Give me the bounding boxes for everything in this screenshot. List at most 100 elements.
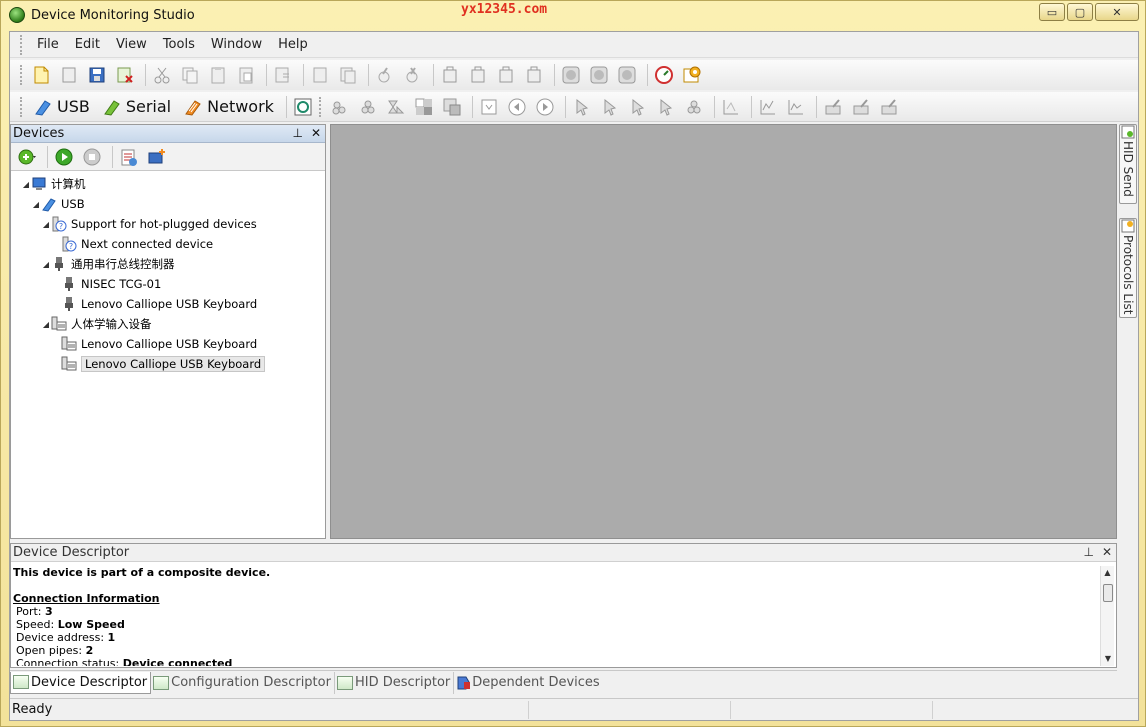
start-button[interactable] (52, 145, 76, 169)
tab-hid-descriptor[interactable]: HID Descriptor (335, 671, 455, 694)
expand-arrow-icon[interactable]: ◢ (31, 200, 41, 209)
tree-item[interactable]: ◢ 计算机 (11, 174, 325, 194)
tree-item-label: Support for hot-plugged devices (71, 217, 257, 231)
stop-button[interactable] (80, 145, 104, 169)
tree-item[interactable]: ◢ 人体学输入设备 (11, 314, 325, 334)
add-device-button[interactable] (145, 145, 169, 169)
pointer-button-2[interactable] (598, 95, 622, 119)
select-button[interactable] (308, 63, 332, 87)
scatter-button[interactable] (719, 95, 743, 119)
select-all-button[interactable] (336, 63, 360, 87)
expand-arrow-icon[interactable]: ◢ (21, 180, 31, 189)
tree-item[interactable]: Lenovo Calliope USB Keyboard (11, 334, 325, 354)
filter-button[interactable] (373, 63, 397, 87)
play-button[interactable] (559, 63, 583, 87)
close-session-button[interactable] (113, 63, 137, 87)
network-protocol-button[interactable]: Network (179, 95, 278, 119)
new-session-button[interactable] (29, 63, 53, 87)
tree-item[interactable]: NISEC TCG-01 (11, 274, 325, 294)
close-button[interactable]: ✕ (1095, 3, 1139, 21)
paste-special-button[interactable] (234, 63, 258, 87)
line-chart-2-button[interactable] (784, 95, 808, 119)
menu-file[interactable]: File (29, 34, 67, 55)
expand-arrow-icon[interactable]: ◢ (41, 220, 51, 229)
toolbar-separator (815, 95, 817, 118)
open-button[interactable] (57, 63, 81, 87)
stop-button[interactable] (615, 63, 639, 87)
cluster-button[interactable] (682, 95, 706, 119)
toolbar-separator (750, 95, 752, 118)
tab-device-descriptor[interactable]: Device Descriptor (10, 671, 152, 694)
tree-item[interactable]: ◢ 通用串行总线控制器 (11, 254, 325, 274)
dashboard-button[interactable] (652, 63, 676, 87)
send-button-3[interactable] (877, 95, 901, 119)
protocols-list-tab[interactable]: Protocols List (1119, 218, 1137, 318)
save-button[interactable] (85, 63, 109, 87)
export-csv-button[interactable] (522, 63, 546, 87)
cut-button[interactable] (150, 63, 174, 87)
select-all-icon (340, 67, 356, 84)
status-cells (528, 701, 1132, 719)
title-bar[interactable]: Device Monitoring Studio yx12345.com ▭ ▢… (1, 1, 1145, 29)
previous-button[interactable] (505, 95, 529, 119)
hid-send-tab[interactable]: HID Send (1119, 124, 1137, 204)
new-document-icon (34, 66, 49, 84)
export-text-button[interactable] (494, 63, 518, 87)
tree-item[interactable]: Lenovo Calliope USB Keyboard (11, 354, 325, 374)
paste-button[interactable] (206, 63, 230, 87)
check-icon (378, 67, 390, 83)
pointer-button-1[interactable] (570, 95, 594, 119)
session-button[interactable] (291, 95, 315, 119)
expand-arrow-icon[interactable]: ◢ (41, 260, 51, 269)
toolbar-grip (318, 96, 322, 117)
tree-item[interactable]: ◢? Support for hot-plugged devices (11, 214, 325, 234)
send-button-1[interactable] (821, 95, 845, 119)
tab-dependent-devices[interactable]: Dependent Devices (454, 672, 602, 694)
toolbar-separator (368, 64, 369, 86)
tree-item[interactable]: ? Next connected device (11, 234, 325, 254)
scroll-thumb[interactable] (1103, 584, 1113, 602)
pin-icon[interactable]: ⊥ (292, 126, 302, 140)
descriptor-scrollbar[interactable]: ▲ ▼ (1100, 566, 1114, 666)
menu-help[interactable]: Help (270, 34, 316, 55)
pause-button[interactable] (587, 63, 611, 87)
menu-edit[interactable]: Edit (67, 34, 108, 55)
tab-configuration-descriptor[interactable]: Configuration Descriptor (151, 671, 335, 694)
unfilter-button[interactable] (401, 63, 425, 87)
usb-icon (35, 99, 51, 116)
line-chart-button[interactable] (756, 95, 780, 119)
menu-view[interactable]: View (108, 34, 155, 55)
scroll-up-icon[interactable]: ▲ (1101, 566, 1114, 580)
bookmark-button[interactable] (477, 95, 501, 119)
expand-arrow-icon[interactable]: ◢ (41, 320, 51, 329)
find-button[interactable] (271, 63, 295, 87)
settings-button[interactable] (680, 63, 704, 87)
close-icon[interactable]: ✕ (311, 126, 321, 140)
menu-tools[interactable]: Tools (155, 34, 203, 55)
menu-window[interactable]: Window (203, 34, 270, 55)
export-html-button[interactable] (466, 63, 490, 87)
tree-item[interactable]: ◢ USB (11, 194, 325, 214)
device-properties-button[interactable] (117, 145, 141, 169)
serial-protocol-button[interactable]: Serial (98, 95, 175, 119)
export-button[interactable] (438, 63, 462, 87)
pin-icon[interactable]: ⊥ (1083, 545, 1093, 559)
pointer-button-4[interactable] (654, 95, 678, 119)
usb-protocol-button[interactable]: USB (29, 95, 94, 119)
copy-button[interactable] (178, 63, 202, 87)
close-icon[interactable]: ✕ (1102, 545, 1112, 559)
start-monitoring-dropdown[interactable] (15, 145, 39, 169)
window-controls: ▭ ▢ ✕ (1039, 3, 1139, 21)
tile-button[interactable] (440, 95, 464, 119)
maximize-button[interactable]: ▢ (1067, 3, 1093, 21)
processing-button[interactable] (328, 95, 352, 119)
send-button-2[interactable] (849, 95, 873, 119)
next-button[interactable] (533, 95, 557, 119)
pointer-button-3[interactable] (626, 95, 650, 119)
minimize-button[interactable]: ▭ (1039, 3, 1065, 21)
grid-button[interactable] (412, 95, 436, 119)
tree-item[interactable]: Lenovo Calliope USB Keyboard (11, 294, 325, 314)
scroll-down-icon[interactable]: ▼ (1101, 652, 1115, 666)
layers-button[interactable] (356, 95, 380, 119)
hourglass-button[interactable] (384, 95, 408, 119)
